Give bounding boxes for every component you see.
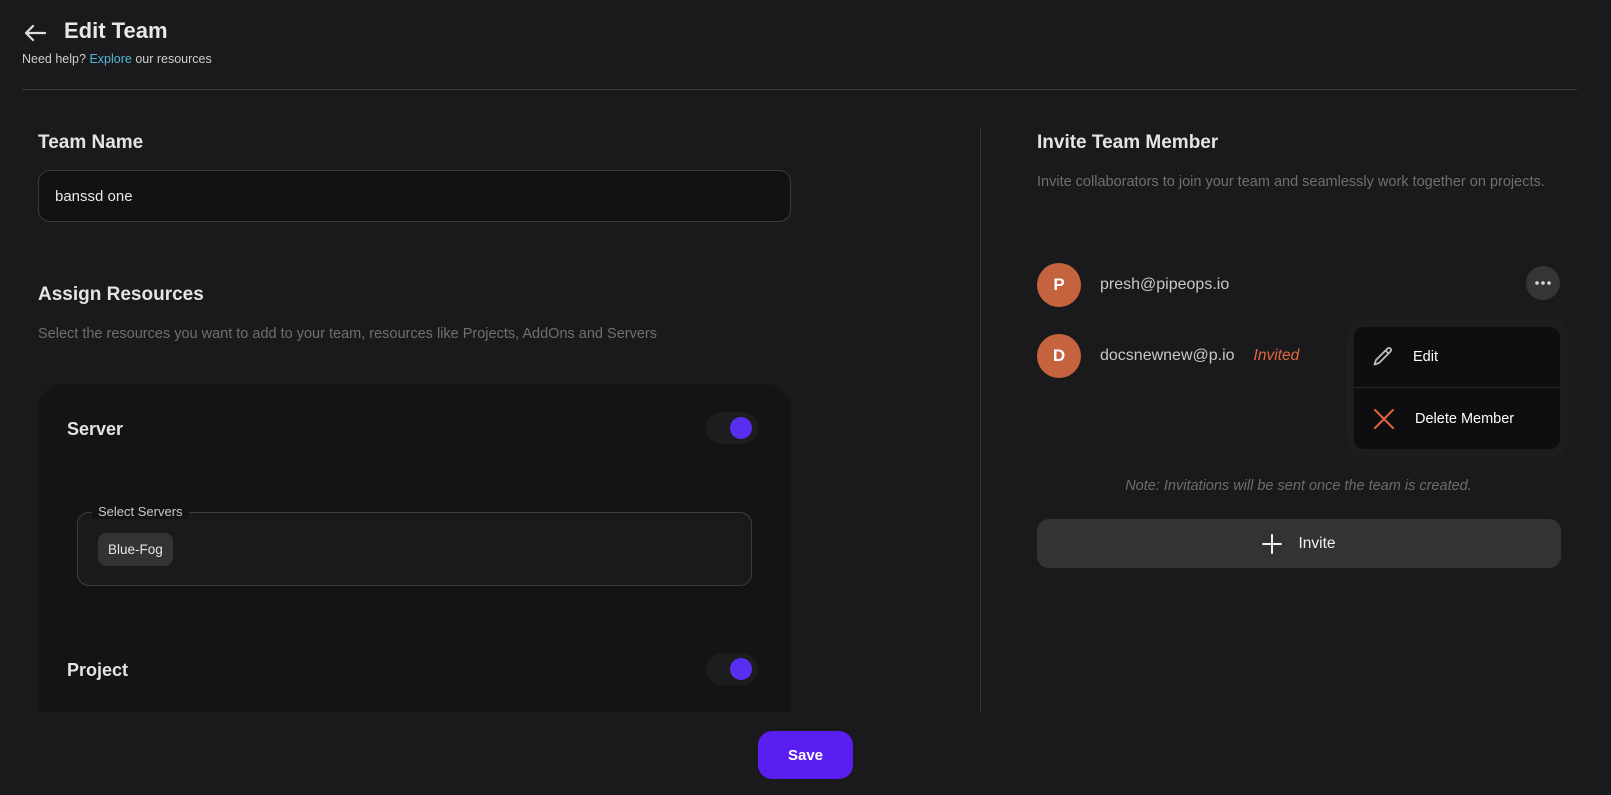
invitation-note: Note: Invitations will be sent once the … <box>1125 478 1472 494</box>
arrow-left-icon <box>24 24 46 42</box>
menu-divider <box>1354 387 1560 388</box>
select-servers-label: Select Servers <box>92 504 189 519</box>
help-prefix: Need help? <box>22 52 86 66</box>
member-row: P presh@pipeops.io <box>1037 263 1229 307</box>
avatar: P <box>1037 263 1081 307</box>
select-servers-field[interactable]: Select Servers Blue-Fog <box>77 504 752 586</box>
server-label: Server <box>67 419 124 439</box>
member-options-menu: Edit Delete Member <box>1354 327 1560 449</box>
project-label: Project <box>67 660 129 680</box>
invite-button[interactable]: Invite <box>1037 519 1561 568</box>
header-divider <box>22 89 1577 90</box>
pencil-icon <box>1373 347 1392 366</box>
member-email: docsnewnew@p.io <box>1100 347 1235 364</box>
help-text: Need help? Explore our resources <box>22 52 212 66</box>
invite-title: Invite Team Member <box>1037 132 1219 153</box>
save-button[interactable]: Save <box>758 731 853 779</box>
resources-card: Server Select Servers Blue-Fog Project <box>38 384 791 712</box>
more-horizontal-icon <box>1535 281 1551 285</box>
member-options-button[interactable] <box>1526 266 1560 300</box>
delete-member-label: Delete Member <box>1415 411 1515 427</box>
member-email: presh@pipeops.io <box>1100 276 1230 293</box>
avatar: D <box>1037 334 1081 378</box>
help-suffix: our resources <box>135 52 212 66</box>
delete-member-menu-item[interactable]: Delete Member <box>1354 389 1560 449</box>
invite-button-label: Invite <box>1298 534 1336 552</box>
edit-member-menu-item[interactable]: Edit <box>1354 327 1560 387</box>
edit-team-page: Edit Team Need help? Explore our resourc… <box>0 0 1611 795</box>
team-name-label: Team Name <box>38 132 144 153</box>
server-toggle[interactable] <box>706 412 758 444</box>
project-toggle-knob <box>730 658 752 680</box>
team-name-input[interactable] <box>38 170 791 222</box>
edit-label: Edit <box>1413 349 1438 365</box>
server-toggle-knob <box>730 417 752 439</box>
server-chip-blue-fog[interactable]: Blue-Fog <box>98 533 173 566</box>
member-row: D docsnewnew@p.io Invited <box>1037 334 1299 378</box>
page-title: Edit Team <box>64 18 168 43</box>
assign-resources-description: Select the resources you want to add to … <box>38 326 657 342</box>
close-icon <box>1373 408 1395 430</box>
column-divider <box>980 127 981 712</box>
project-toggle[interactable] <box>706 653 758 685</box>
invited-status-badge: Invited <box>1253 347 1300 364</box>
plus-icon <box>1262 533 1283 554</box>
assign-resources-title: Assign Resources <box>38 284 204 305</box>
explore-link[interactable]: Explore <box>89 52 131 66</box>
invite-description: Invite collaborators to join your team a… <box>1037 174 1545 190</box>
back-button[interactable] <box>22 20 48 46</box>
